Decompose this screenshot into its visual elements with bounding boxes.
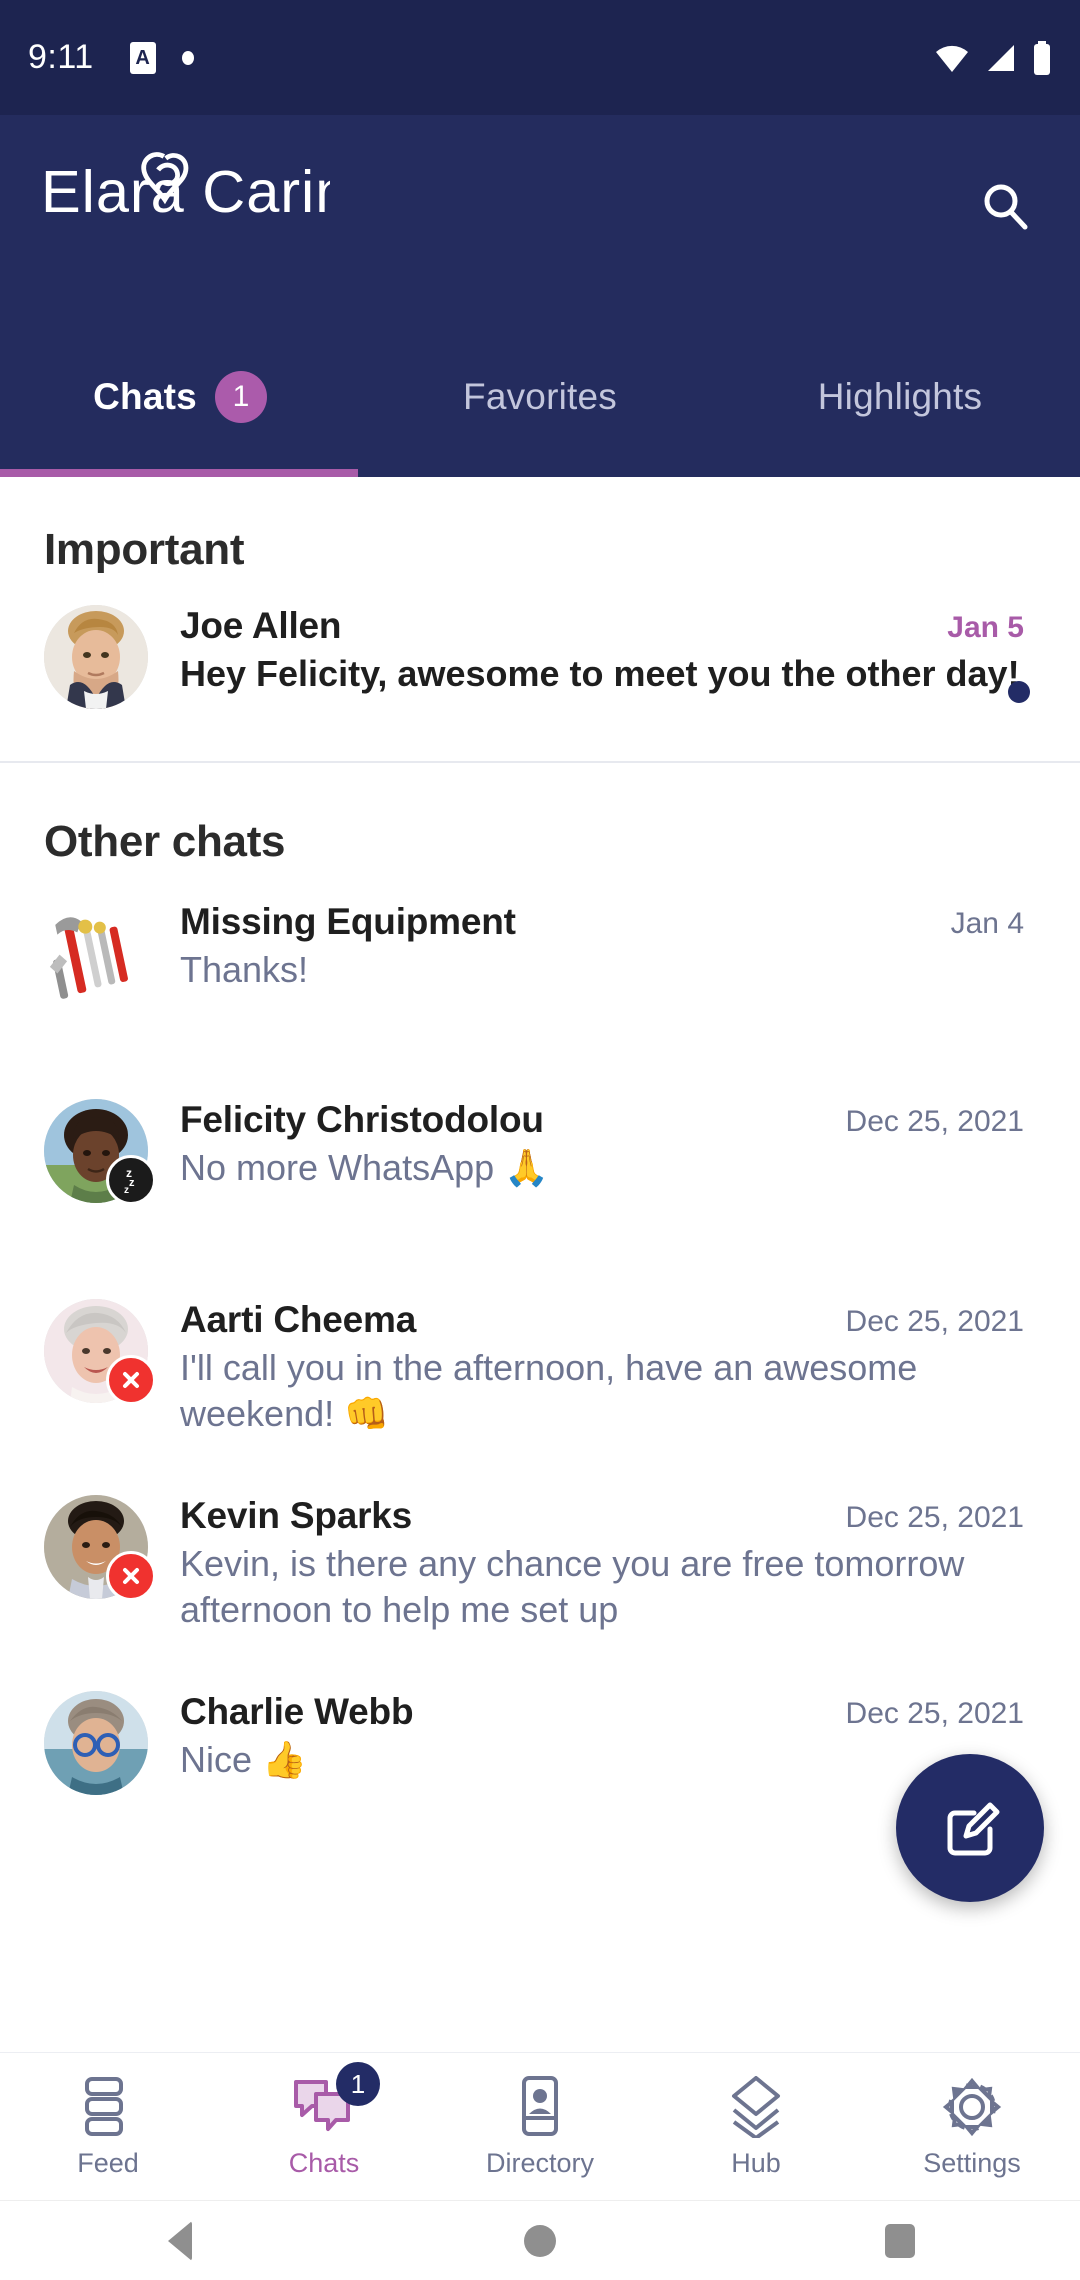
nav-item-feed[interactable]: Feed — [0, 2053, 216, 2200]
chat-preview: Hey Felicity, awesome to meet you the ot… — [180, 653, 1020, 694]
do-not-disturb-x-icon — [123, 1372, 139, 1388]
nav-item-settings-label: Settings — [923, 2148, 1021, 2178]
chat-name: Charlie Webb — [180, 1691, 414, 1733]
tab-favorites-label: Favorites — [463, 376, 617, 417]
chat-preview: Nice 👍 — [180, 1739, 307, 1781]
search-button[interactable] — [966, 167, 1044, 245]
status-badge — [106, 1355, 156, 1405]
chat-name: Joe Allen — [180, 605, 342, 646]
recents-square-icon — [885, 2223, 915, 2258]
nav-item-chats-label: Chats — [288, 2148, 360, 2178]
phone-screen: 9:11 A Elara Caring — [0, 0, 1080, 2280]
chat-date: Dec 25, 2021 — [845, 1501, 1024, 1535]
svg-text:z: z — [129, 1177, 135, 1189]
avatar — [44, 1299, 156, 1405]
chat-name: Felicity Christodolou — [180, 1099, 544, 1140]
chat-date: Jan 5 — [947, 611, 1024, 644]
elara-caring-logo: Elara Caring — [40, 143, 330, 239]
avatar — [44, 901, 148, 1005]
directory-icon — [513, 2074, 567, 2140]
photo-tools-icon — [44, 901, 148, 1005]
hub-icon — [726, 2074, 786, 2140]
svg-text:z: z — [124, 1185, 129, 1196]
chat-name: Kevin Sparks — [180, 1495, 413, 1537]
list-item[interactable]: Missing Equipment Jan 4 Thanks! — [0, 867, 1080, 1005]
feed-icon — [79, 2074, 137, 2140]
nav-item-chats-badge: 1 — [336, 2062, 380, 2106]
tab-chats-badge: 1 — [214, 371, 267, 423]
compose-icon — [947, 1802, 1000, 1856]
android-home-button[interactable] — [360, 2224, 720, 2257]
tab-chats[interactable]: Chats 1 — [0, 329, 360, 477]
photo-man-glasses-icon — [44, 1691, 148, 1796]
avatar — [44, 1691, 148, 1796]
tab-chats-label: Chats — [93, 376, 197, 417]
status-bar-notification-icons: A — [129, 41, 194, 74]
list-item[interactable]: Aarti Cheema Dec 25, 2021 I'll call you … — [0, 1277, 1080, 1437]
active-tab-indicator — [0, 469, 358, 477]
home-circle-icon — [524, 2224, 556, 2257]
tab-highlights-label: Highlights — [817, 376, 983, 417]
nav-item-hub[interactable]: Hub — [648, 2053, 864, 2200]
row-spacer — [0, 1633, 1080, 1669]
chat-date: Dec 25, 2021 — [845, 1105, 1024, 1138]
status-bar-clock: 9:11 — [28, 38, 94, 76]
battery-icon — [1032, 40, 1052, 75]
nav-item-hub-label: Hub — [731, 2148, 781, 2178]
list-item[interactable]: Kevin Sparks Dec 25, 2021 Kevin, is ther… — [0, 1473, 1080, 1633]
chat-preview: I'll call you in the afternoon, have an … — [180, 1347, 918, 1435]
status-bar-system-icons — [934, 40, 1052, 75]
nav-item-settings[interactable]: Settings — [864, 2053, 1080, 2200]
row-spacer — [0, 1005, 1080, 1077]
row-spacer — [0, 1437, 1080, 1473]
android-back-button[interactable] — [0, 2220, 360, 2261]
status-badge: z z z — [106, 1155, 156, 1205]
status-badge — [106, 1551, 156, 1602]
status-bar: 9:11 A — [0, 0, 1080, 115]
chat-date: Dec 25, 2021 — [845, 1697, 1024, 1731]
chats-icon: 1 — [292, 2062, 380, 2140]
row-spacer — [0, 1203, 1080, 1277]
android-recents-button[interactable] — [720, 2223, 1080, 2258]
app-notification-icon: A — [129, 41, 156, 74]
nav-item-chats[interactable]: 1 Chats — [216, 2053, 432, 2200]
tab-highlights[interactable]: Highlights — [720, 329, 1080, 477]
app-bar: Elara Caring — [0, 115, 1080, 329]
list-item[interactable]: z z z Felicity Christodolou Dec 25, 2021… — [0, 1077, 1080, 1205]
list-item[interactable]: Joe Allen Jan 5 Hey Felicity, awesome to… — [0, 575, 1080, 709]
photo-man-blond-icon — [44, 605, 148, 709]
settings-icon — [941, 2074, 1003, 2140]
chat-name: Missing Equipment — [180, 901, 516, 942]
bottom-navigation-bar: Feed 1 Chats Directory Hub Settings — [0, 2052, 1080, 2200]
tab-favorites[interactable]: Favorites — [360, 329, 720, 477]
chat-date: Jan 4 — [950, 907, 1024, 940]
back-triangle-icon — [168, 2220, 192, 2261]
avatar: z z z — [44, 1099, 156, 1205]
nav-item-feed-label: Feed — [77, 2148, 139, 2178]
unread-indicator-dot — [1008, 681, 1030, 703]
section-title-other-chats: Other chats — [44, 817, 286, 866]
nav-item-directory-label: Directory — [485, 2148, 594, 2178]
svg-text:Caring: Caring — [202, 158, 330, 225]
chat-preview: Thanks! — [180, 949, 309, 990]
section-title-important: Important — [44, 525, 245, 574]
avatar — [44, 605, 148, 709]
android-navigation-bar — [0, 2200, 1080, 2280]
search-icon — [984, 184, 1028, 230]
do-not-disturb-x-icon — [123, 1568, 139, 1585]
wifi-icon — [934, 43, 970, 73]
compose-fab-button[interactable] — [896, 1754, 1044, 1902]
chat-preview: Kevin, is there any chance you are free … — [180, 1543, 965, 1631]
chat-name: Aarti Cheema — [180, 1299, 417, 1340]
dot-icon — [181, 50, 194, 65]
snooze-zzz-icon: z z z — [124, 1166, 135, 1196]
chat-date: Dec 25, 2021 — [845, 1305, 1024, 1338]
cellular-signal-icon — [984, 43, 1018, 73]
chat-preview: No more WhatsApp 🙏 — [180, 1147, 549, 1188]
tab-bar: Chats 1 Favorites Highlights — [0, 329, 1080, 477]
avatar — [44, 1495, 156, 1602]
nav-item-directory[interactable]: Directory — [432, 2053, 648, 2200]
